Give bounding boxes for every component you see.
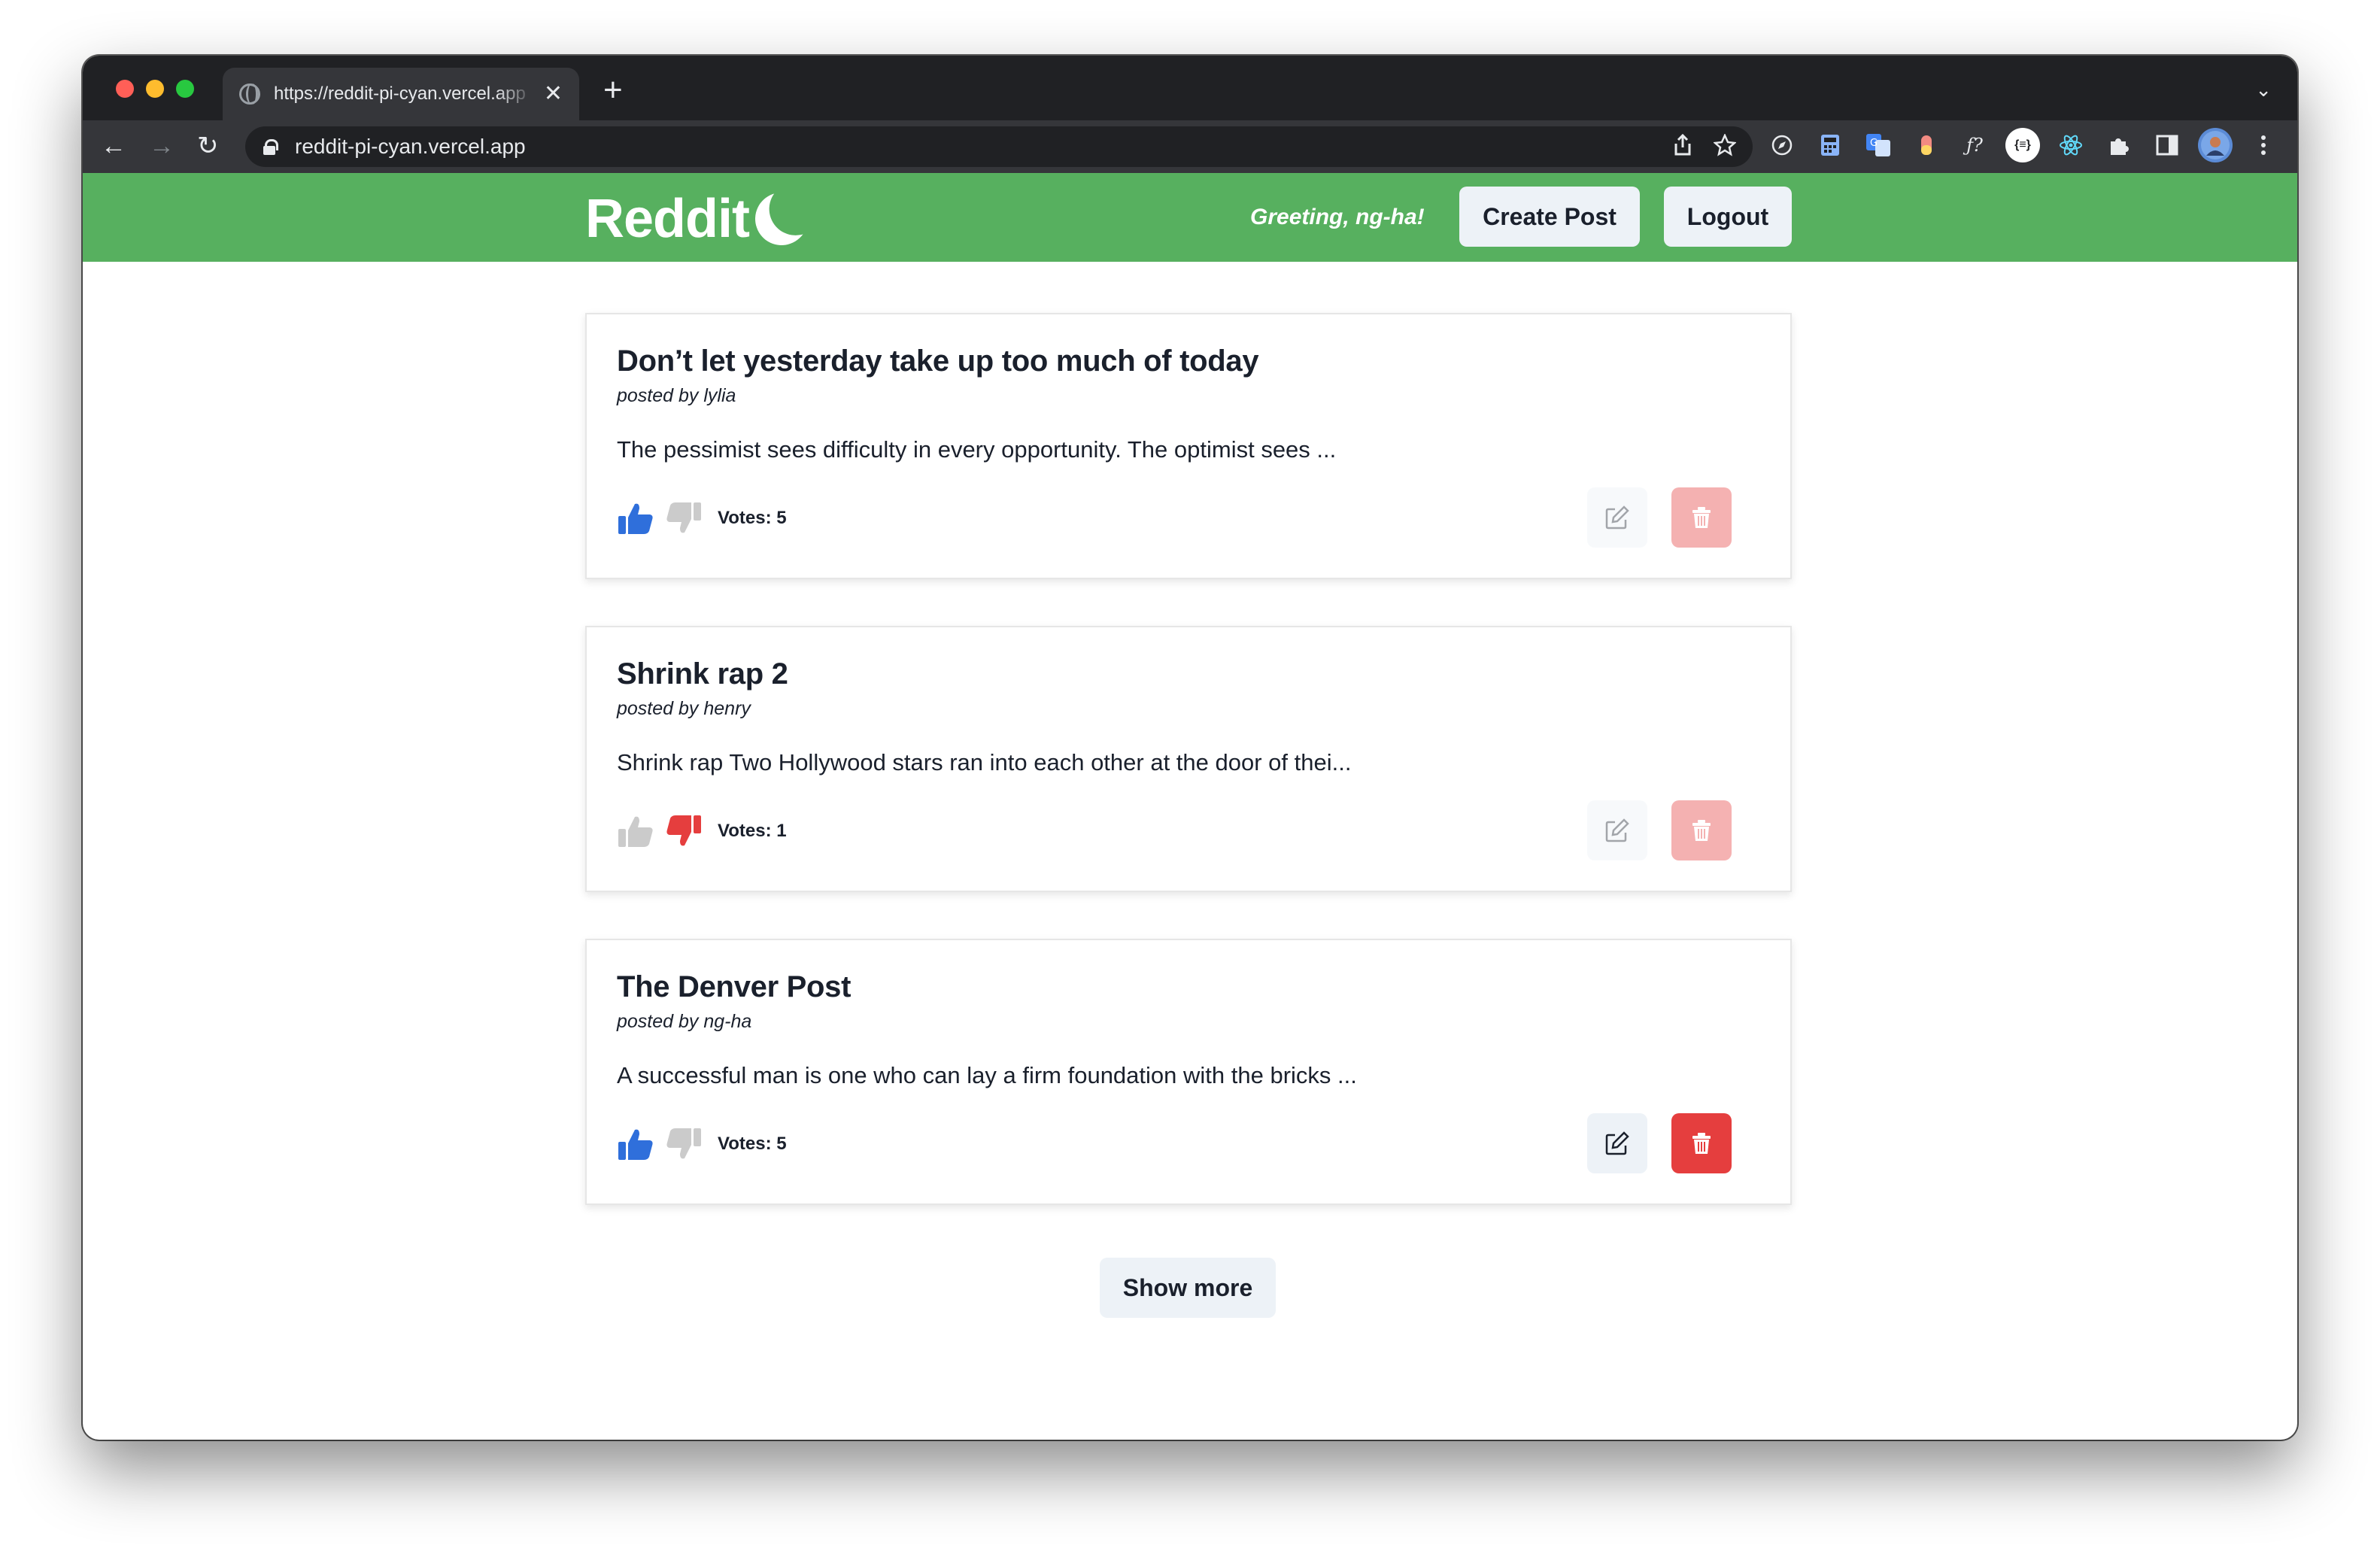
delete-button[interactable]: [1671, 1113, 1732, 1173]
compass-icon[interactable]: [1765, 128, 1799, 162]
vote-count: Votes: 5: [718, 1134, 787, 1154]
lock-icon[interactable]: [263, 139, 278, 155]
post-card[interactable]: Don’t let yesterday take up too much of …: [585, 313, 1792, 579]
reddit-logo[interactable]: Reddit: [585, 188, 808, 250]
bookmark-star-icon[interactable]: [1714, 134, 1736, 156]
vote-count: Votes: 1: [718, 821, 787, 841]
edit-icon: [1605, 1131, 1629, 1155]
trash-icon: [1692, 820, 1711, 841]
show-more-button[interactable]: Show more: [1100, 1258, 1276, 1318]
edit-button[interactable]: [1587, 800, 1647, 860]
vote-row: Votes: 5: [617, 501, 787, 536]
app-header: Reddit Greeting, ng-ha! Create Post Logo…: [83, 173, 2297, 262]
thumbs-up-icon[interactable]: [617, 501, 654, 536]
edit-icon: [1605, 505, 1629, 530]
delete-button[interactable]: [1671, 487, 1732, 548]
browser-window: https://reddit-pi-cyan.vercel.app ✕ + ⌄ …: [83, 56, 2297, 1440]
vote-count: Votes: 5: [718, 508, 787, 528]
vote-row: Votes: 5: [617, 1127, 787, 1161]
post-title[interactable]: The Denver Post: [617, 970, 851, 1004]
tab-bar: https://reddit-pi-cyan.vercel.app ✕ + ⌄: [83, 56, 2297, 120]
create-post-button[interactable]: Create Post: [1459, 187, 1640, 247]
vote-row: Votes: 1: [617, 814, 787, 848]
new-tab-button[interactable]: +: [603, 74, 623, 107]
url-text[interactable]: reddit-pi-cyan.vercel.app: [295, 135, 526, 159]
post-body: A successful man is one who can lay a fi…: [617, 1062, 1357, 1088]
edit-button[interactable]: [1587, 1113, 1647, 1173]
post-author: posted by ng-ha: [617, 1011, 752, 1032]
back-button[interactable]: ←: [101, 131, 126, 161]
post-body: The pessimist sees difficulty in every o…: [617, 436, 1337, 463]
greeting-text: Greeting, ng-ha!: [1250, 205, 1425, 229]
edit-icon: [1605, 818, 1629, 842]
forward-button[interactable]: →: [149, 131, 175, 161]
edit-button[interactable]: [1587, 487, 1647, 548]
thumbs-down-icon[interactable]: [665, 1127, 703, 1161]
moon-icon: [748, 185, 815, 253]
minimize-window-button[interactable]: [146, 80, 164, 98]
react-icon[interactable]: [2054, 128, 2088, 162]
post-title[interactable]: Don’t let yesterday take up too much of …: [617, 344, 1259, 378]
delete-button[interactable]: [1671, 800, 1732, 860]
thumbs-down-icon[interactable]: [665, 501, 703, 536]
post-card[interactable]: Shrink rap 2 posted by henry Shrink rap …: [585, 626, 1792, 892]
globe-icon: [239, 83, 260, 105]
thumbs-up-icon[interactable]: [617, 1127, 654, 1161]
browser-tab[interactable]: https://reddit-pi-cyan.vercel.app ✕: [223, 68, 579, 120]
function-icon[interactable]: ƒ?: [1957, 128, 1992, 162]
maximize-window-button[interactable]: [176, 80, 194, 98]
post-card[interactable]: The Denver Post posted by ng-ha A succes…: [585, 939, 1792, 1205]
avatar[interactable]: [2198, 128, 2233, 162]
post-body: Shrink rap Two Hollywood stars ran into …: [617, 749, 1352, 776]
post-title[interactable]: Shrink rap 2: [617, 657, 788, 691]
trash-icon: [1692, 507, 1711, 528]
thumbs-down-icon[interactable]: [665, 814, 703, 848]
browser-toolbar: ← → ↻ reddit-pi-cyan.vercel.app G ƒ? {≡}: [83, 120, 2297, 173]
json-icon[interactable]: {≡}: [2005, 128, 2040, 162]
svg-text:G: G: [1870, 138, 1878, 149]
trash-icon: [1692, 1133, 1711, 1154]
logo-text: Reddit: [585, 189, 750, 249]
tab-title: https://reddit-pi-cyan.vercel.app: [274, 83, 526, 104]
logout-button[interactable]: Logout: [1664, 187, 1792, 247]
post-author: posted by henry: [617, 698, 751, 719]
translate-icon[interactable]: G: [1861, 128, 1896, 162]
close-window-button[interactable]: [116, 80, 134, 98]
share-icon[interactable]: [1673, 134, 1692, 156]
reload-button[interactable]: ↻: [197, 131, 219, 161]
calculator-icon[interactable]: [1813, 128, 1847, 162]
post-author: posted by lylia: [617, 385, 736, 406]
puzzle-icon[interactable]: [2102, 128, 2136, 162]
more-icon[interactable]: [2246, 128, 2281, 162]
tab-search-chevron-icon[interactable]: ⌄: [2255, 78, 2272, 102]
tab-close-icon[interactable]: ✕: [544, 83, 563, 105]
address-bar[interactable]: reddit-pi-cyan.vercel.app: [245, 126, 1753, 167]
thumbs-up-icon[interactable]: [617, 814, 654, 848]
capsule-icon[interactable]: [1909, 128, 1944, 162]
sidepanel-icon[interactable]: [2150, 128, 2184, 162]
